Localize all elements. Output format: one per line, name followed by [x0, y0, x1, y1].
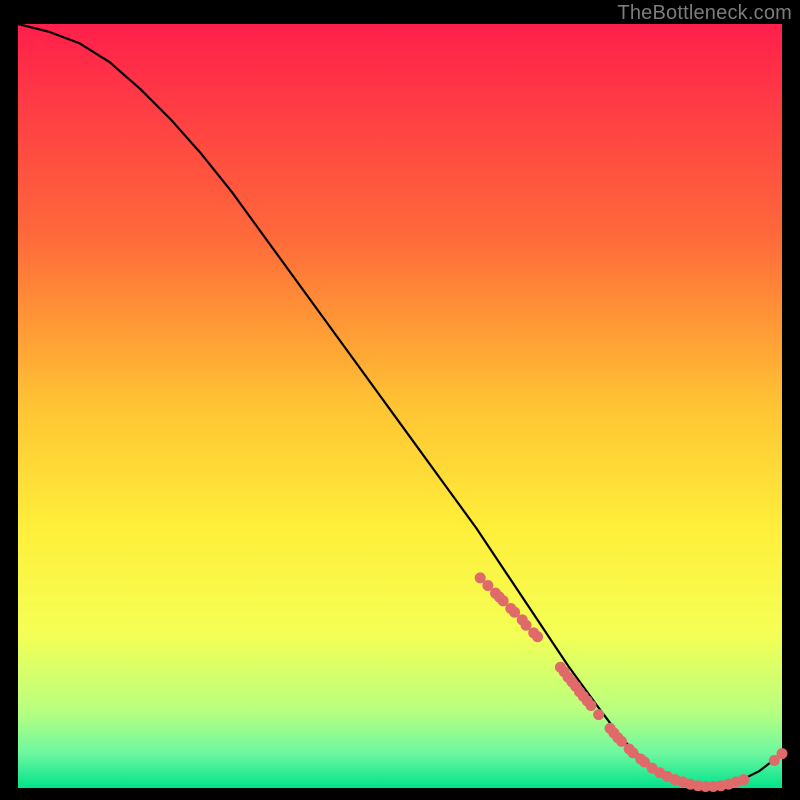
chart-svg [0, 0, 800, 800]
scatter-point [738, 774, 749, 785]
scatter-point [532, 631, 543, 642]
scatter-point [593, 709, 604, 720]
chart-stage: TheBottleneck.com [0, 0, 800, 800]
watermark-label: TheBottleneck.com [617, 2, 792, 25]
scatter-point [586, 700, 597, 711]
scatter-point [777, 748, 788, 759]
plot-area-gradient [18, 24, 782, 788]
